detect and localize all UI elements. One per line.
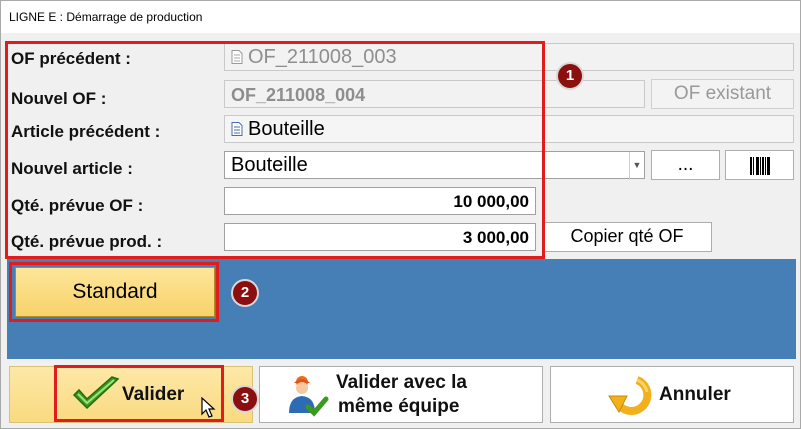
barcode-icon [749, 157, 770, 175]
step-badge-3: 3 [231, 385, 259, 413]
nouvel-article-value: Bouteille [231, 154, 308, 176]
copier-qte-of-button[interactable]: Copier qté OF [542, 222, 712, 252]
valider-label: Valider [122, 384, 185, 405]
browse-button[interactable]: ... [651, 150, 720, 180]
nouvel-of-field[interactable]: OF_211008_004 [224, 80, 645, 108]
document-icon [231, 122, 243, 136]
label-qte-prevue-of: Qté. prévue OF : [11, 196, 144, 215]
window-title: LIGNE E : Démarrage de production [1, 1, 800, 33]
label-qte-prevue-prod: Qté. prévue prod. : [11, 232, 163, 251]
of-precedent-value: OF_211008_003 [248, 46, 397, 68]
valider-equipe-line1: Valider avec la [336, 372, 467, 393]
annuler-label: Annuler [659, 384, 731, 405]
barcode-button[interactable] [725, 150, 794, 180]
label-of-precedent: OF précédent : [11, 49, 131, 68]
of-existant-button[interactable]: OF existant [651, 79, 794, 109]
window: LIGNE E : Démarrage de production OF pré… [0, 0, 801, 429]
mouse-cursor-icon [201, 397, 216, 418]
article-precedent-value: Bouteille [248, 118, 325, 140]
of-precedent-field: OF_211008_003 [224, 43, 794, 71]
standard-button[interactable]: Standard [15, 267, 215, 317]
step-badge-2: 2 [231, 279, 259, 307]
qte-prevue-prod-field[interactable]: 3 000,00 [224, 223, 536, 251]
annuler-button[interactable]: Annuler [550, 366, 794, 423]
valider-button[interactable]: Valider [9, 366, 253, 423]
step-badge-1: 1 [556, 62, 584, 90]
chevron-down-icon[interactable]: ▼ [629, 152, 644, 180]
valider-equipe-line2: même équipe [338, 396, 460, 417]
document-icon [231, 50, 243, 64]
nouvel-article-select[interactable]: Bouteille ▼ [224, 151, 645, 180]
valider-meme-equipe-button[interactable]: Valider avec la même équipe [259, 366, 543, 423]
label-article-precedent: Article précédent : [11, 122, 161, 141]
user-check-icon [289, 376, 329, 417]
label-nouvel-article: Nouvel article : [11, 159, 133, 178]
undo-arrow-icon [608, 376, 652, 415]
checkmark-icon [72, 376, 120, 410]
article-precedent-field: Bouteille [224, 115, 794, 143]
qte-prevue-of-field[interactable]: 10 000,00 [224, 187, 536, 215]
label-nouvel-of: Nouvel OF : [11, 89, 107, 108]
